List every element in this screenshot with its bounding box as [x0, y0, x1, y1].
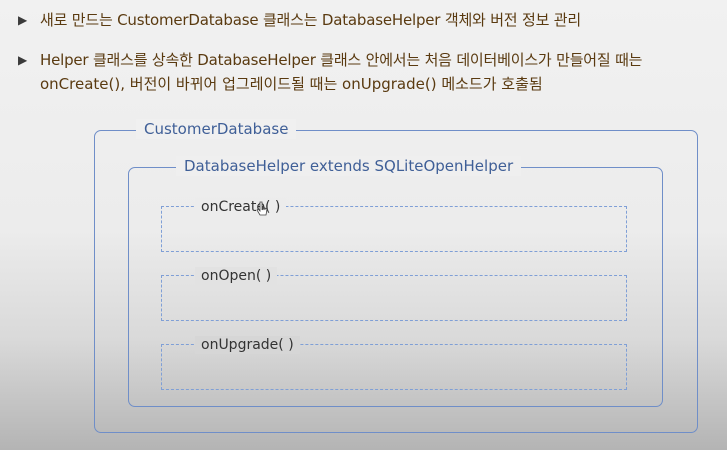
- database-helper-label: DatabaseHelper extends SQLiteOpenHelper: [176, 156, 522, 176]
- bullet-text-2-line-2: onCreate(), 버전이 바뀌어 업그레이드될 때는 onUpgrade(…: [40, 75, 543, 93]
- customer-database-label: CustomerDatabase: [136, 119, 297, 139]
- oncreate-method-label: onCreate( ): [195, 198, 287, 216]
- bullet-item-1: ▶ 새로 만드는 CustomerDatabase 클래스는 DatabaseH…: [18, 8, 708, 32]
- triangle-bullet-icon: ▶: [18, 53, 28, 67]
- onopen-method-label: onOpen( ): [195, 267, 278, 285]
- triangle-bullet-icon: ▶: [18, 13, 28, 27]
- bullet-text-2-line-1: Helper 클래스를 상속한 DatabaseHelper 클래스 안에서는 …: [40, 51, 643, 69]
- onupgrade-method-label: onUpgrade( ): [195, 336, 300, 354]
- mouse-cursor-icon: [256, 201, 268, 216]
- bullet-item-2: ▶ Helper 클래스를 상속한 DatabaseHelper 클래스 안에서…: [18, 48, 723, 96]
- bullet-text-1: 새로 만드는 CustomerDatabase 클래스는 DatabaseHel…: [40, 11, 581, 29]
